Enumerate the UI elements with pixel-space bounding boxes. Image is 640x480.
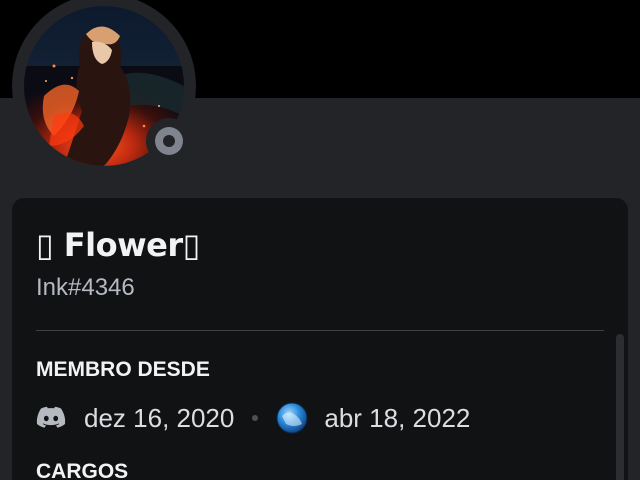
scrollbar-thumb[interactable] [616, 334, 624, 480]
offline-status-icon [155, 127, 183, 155]
server-icon[interactable] [276, 402, 308, 434]
avatar-wrapper[interactable] [12, 0, 196, 178]
separator-dot [252, 415, 259, 421]
user-tag[interactable]: Ink#4346 [36, 274, 135, 302]
discord-logo-icon [36, 406, 66, 430]
server-join-date: abr 18, 2022 [324, 402, 471, 433]
member-since-title: MEMBRO DESDE [36, 358, 210, 381]
user-profile-popout: ▯ Flower▯ Ink#4346 MEMBRO DESDE dez 16, … [0, 0, 640, 480]
member-since-row: dez 16, 2020 abr 18, 2022 [36, 400, 470, 436]
display-name[interactable]: ▯ Flower▯ [36, 226, 200, 264]
scrollbar-track[interactable] [616, 334, 624, 480]
status-indicator [146, 118, 192, 164]
divider [36, 330, 604, 331]
roles-title: CARGOS [36, 460, 129, 480]
discord-join-date: dez 16, 2020 [84, 402, 235, 433]
profile-card: ▯ Flower▯ Ink#4346 MEMBRO DESDE dez 16, … [12, 198, 628, 480]
